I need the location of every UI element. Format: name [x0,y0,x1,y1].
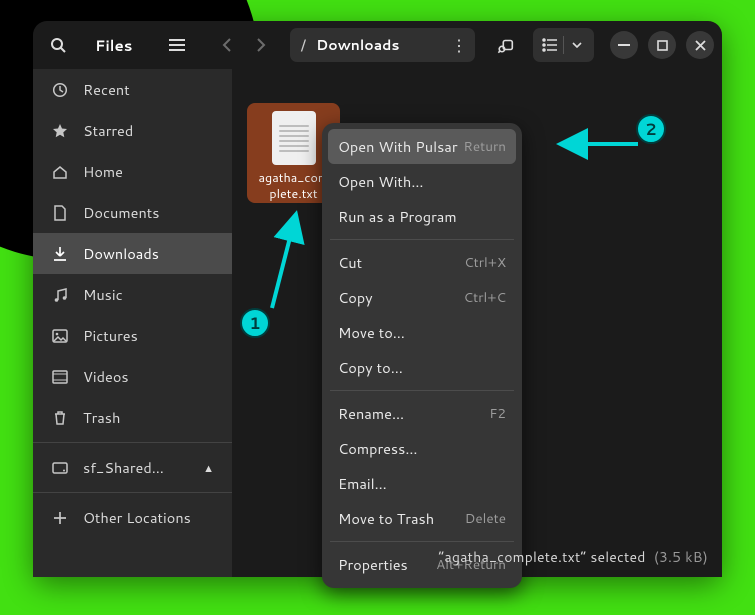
sidebar-toggle-button[interactable] [160,28,194,62]
header-bar: Files / Downloads ⋮ [33,21,722,69]
pictures-icon [51,329,69,343]
menu-item-accel: Return [463,137,506,156]
path-current: Downloads [316,35,399,55]
context-menu: Open With Pulsar Return Open With… Run as a… [322,123,522,588]
menu-item-email-[interactable]: Email… [328,466,516,501]
menu-item-label: Cut [338,252,362,273]
window-controls [610,31,714,59]
sidebar-item-other-locations[interactable]: Other Locations [33,497,232,538]
sidebar-item-recent[interactable]: Recent [33,69,232,110]
window-body: Recent Starred Home Documents Downloads Music… [33,69,722,577]
sidebar-item-label: Pictures [83,325,138,346]
sidebar-item-label: Music [83,284,123,305]
menu-item-rename-[interactable]: Rename… F2 [328,396,516,431]
menu-item-compress-[interactable]: Compress… [328,431,516,466]
status-bar: “agatha_complete.txt” selected (3.5 kB) [439,547,708,567]
history-icon [51,82,69,98]
menu-item-label: Move to… [338,322,405,343]
menu-item-move-to-trash[interactable]: Move to Trash Delete [328,501,516,536]
downloads-icon [51,246,69,262]
sidebar-item-documents[interactable]: Documents [33,192,232,233]
sidebar-item-home[interactable]: Home [33,151,232,192]
sidebar-item-pictures[interactable]: Pictures [33,315,232,356]
close-button[interactable] [686,31,714,59]
view-dropdown-icon[interactable] [564,28,590,62]
app-title: Files [81,35,154,56]
sidebar-item-sf-shared-[interactable]: sf_Shared… ▲ [33,447,232,488]
sidebar-item-label: Recent [83,79,130,100]
music-icon [51,287,69,303]
menu-item-accel: Ctrl+X [464,253,506,272]
sidebar-item-label: Downloads [83,243,159,264]
sidebar-item-label: sf_Shared… [83,457,164,478]
maximize-button[interactable] [648,31,676,59]
menu-item-accel: F2 [489,404,506,423]
eject-icon[interactable]: ▲ [203,460,214,476]
trash-icon [51,410,69,426]
menu-item-move-to-[interactable]: Move to… [328,315,516,350]
menu-item-label: Copy to… [338,357,403,378]
status-text: “agatha_complete.txt” selected [439,547,646,567]
view-mode-button[interactable] [533,28,594,62]
file-label: agatha_complete.txt [259,171,329,202]
plus-icon [51,511,69,525]
menu-item-label: Email… [338,473,387,494]
menu-item-cut[interactable]: Cut Ctrl+X [328,245,516,280]
sidebar-item-label: Videos [83,366,129,387]
content-pane[interactable]: agatha_complete.txt Open With Pulsar Retu… [232,69,722,577]
files-window: Files / Downloads ⋮ [33,21,722,577]
path-menu-button[interactable]: ⋮ [451,34,467,57]
menu-item-label: Copy [338,287,373,308]
home-icon [51,164,69,180]
places-sidebar: Recent Starred Home Documents Downloads Music… [33,69,232,577]
text-file-icon [272,111,316,165]
menu-item-run-as-a-program[interactable]: Run as a Program [328,199,516,234]
documents-icon [51,205,69,221]
star-icon [51,123,69,139]
sidebar-item-trash[interactable]: Trash [33,397,232,438]
sidebar-item-label: Trash [83,407,120,428]
sidebar-item-starred[interactable]: Starred [33,110,232,151]
nav-buttons [210,28,278,62]
magnify-button[interactable] [489,28,523,62]
menu-item-copy-to-[interactable]: Copy to… [328,350,516,385]
videos-icon [51,370,69,384]
drive-icon [51,462,69,474]
sidebar-item-downloads[interactable]: Downloads [33,233,232,274]
menu-item-accel: Ctrl+C [464,288,506,307]
sidebar-item-videos[interactable]: Videos [33,356,232,397]
sidebar-item-label: Starred [83,120,133,141]
annotation-marker-2: 2 [636,114,666,144]
status-size: (3.5 kB) [654,547,708,567]
menu-item-label: Move to Trash [338,508,434,529]
sidebar-item-music[interactable]: Music [33,274,232,315]
menu-item-label: Open With… [338,171,424,192]
menu-item-label: Open With Pulsar [338,136,458,157]
menu-item-label: Run as a Program [338,206,457,227]
menu-item-label: Properties [338,554,408,575]
annotation-marker-1: 1 [240,308,270,338]
search-button[interactable] [41,28,75,62]
forward-button[interactable] [244,28,278,62]
menu-item-open-with-pulsar[interactable]: Open With Pulsar Return [328,129,516,164]
menu-item-label: Compress… [338,438,418,459]
path-bar[interactable]: / Downloads ⋮ [290,28,475,62]
menu-item-label: Rename… [338,403,404,424]
sidebar-item-label: Home [83,161,123,182]
path-root: / [290,34,316,57]
menu-item-open-with-[interactable]: Open With… [328,164,516,199]
list-view-icon [537,28,563,62]
minimize-button[interactable] [610,31,638,59]
menu-item-accel: Delete [465,509,506,528]
sidebar-item-label: Documents [83,202,159,223]
sidebar-item-label: Other Locations [83,507,191,528]
back-button[interactable] [210,28,244,62]
menu-item-copy[interactable]: Copy Ctrl+C [328,280,516,315]
